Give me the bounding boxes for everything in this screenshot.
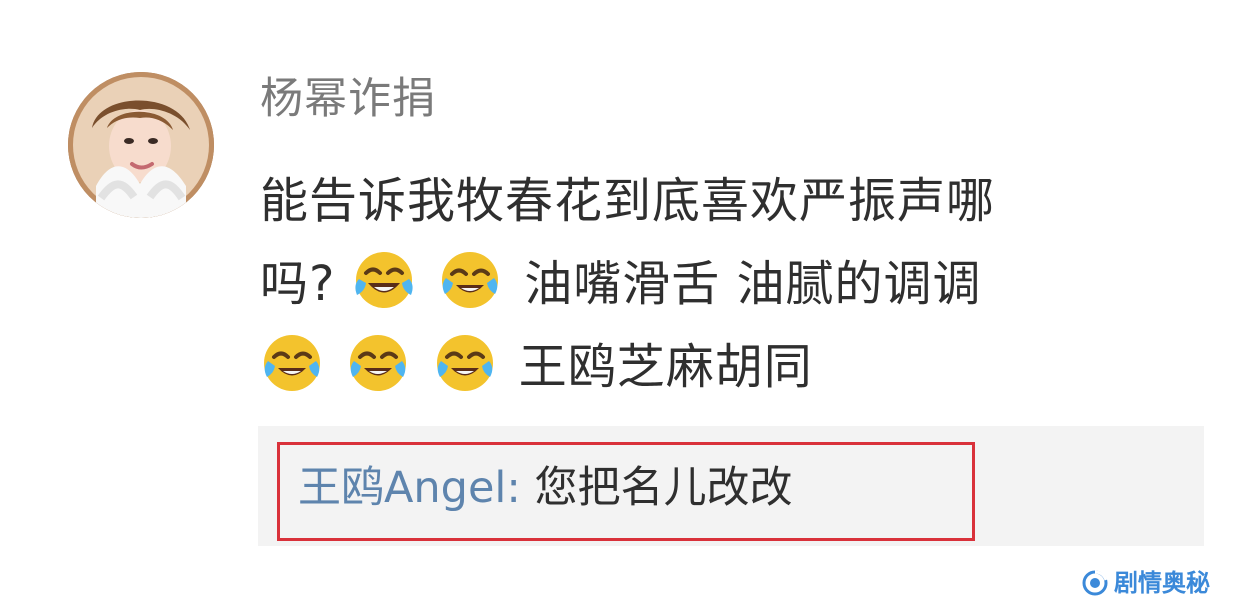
watermark: 剧情奥秘 (1082, 570, 1210, 596)
username[interactable]: 杨幂诈捐 (260, 78, 436, 121)
comment-line-3-suffix: 王鸥芝麻胡同 (518, 339, 813, 395)
laughing-crying-emoji-icon (346, 331, 410, 395)
watermark-logo-icon (1082, 570, 1108, 596)
laughing-crying-emoji-icon (352, 248, 416, 312)
watermark-text: 剧情奥秘 (1114, 569, 1210, 597)
avatar[interactable] (68, 72, 214, 218)
comment-line-2-prefix: 吗? (260, 256, 336, 312)
reply-colon: : (506, 463, 535, 513)
reply-username[interactable]: 王鸥Angel (298, 463, 506, 513)
laughing-crying-emoji-icon (260, 331, 324, 395)
comment-line-2-suffix: 油嘴滑舌 油腻的调调 (524, 256, 982, 312)
laughing-crying-emoji-icon (438, 248, 502, 312)
reply-line[interactable]: 王鸥Angel: 您把名儿改改 (298, 467, 793, 510)
comment-text: 能告诉我牧春花到底喜欢严振声哪 吗? 油嘴滑舌 油腻的调调 王鸥芝麻胡同 (260, 160, 1160, 409)
comment-screenshot: 杨幂诈捐 能告诉我牧春花到底喜欢严振声哪 吗? 油嘴滑舌 油腻的调调 王鸥芝麻胡… (0, 0, 1236, 613)
laughing-crying-emoji-icon (433, 331, 497, 395)
comment-line-1: 能告诉我牧春花到底喜欢严振声哪 (260, 173, 996, 229)
reply-text: 您把名儿改改 (534, 463, 793, 513)
